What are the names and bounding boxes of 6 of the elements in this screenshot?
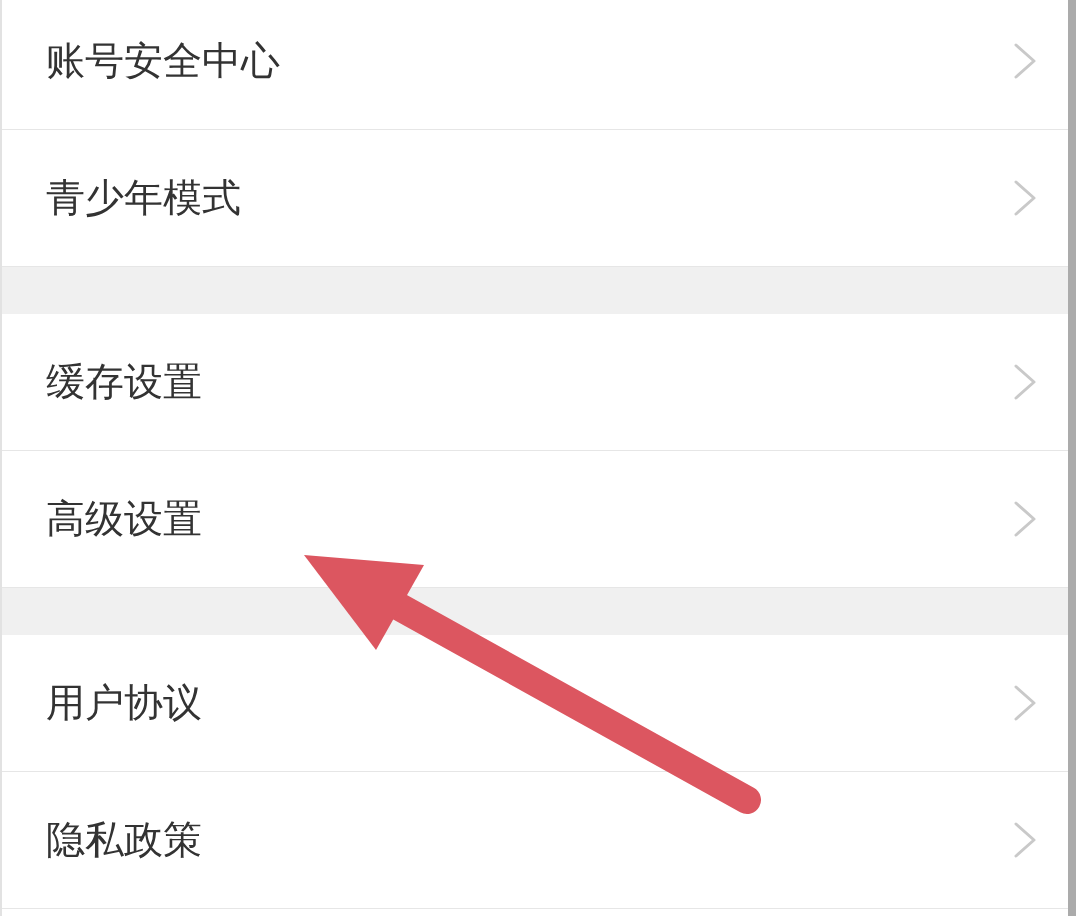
chevron-right-icon: [1014, 685, 1036, 721]
chevron-right-icon: [1014, 501, 1036, 537]
chevron-right-icon: [1014, 43, 1036, 79]
chevron-right-icon: [1014, 822, 1036, 858]
chevron-right-icon: [1014, 180, 1036, 216]
chevron-right-icon: [1014, 364, 1036, 400]
